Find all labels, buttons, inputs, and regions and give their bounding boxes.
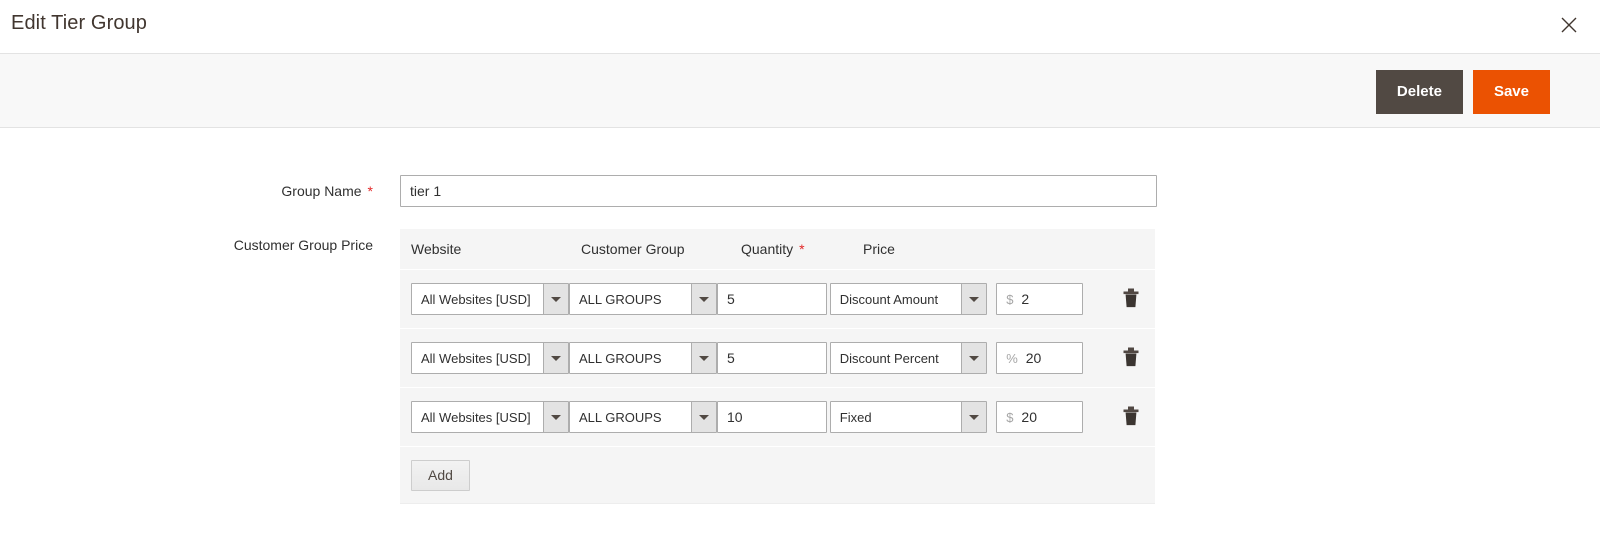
add-row-button[interactable]: Add — [411, 460, 470, 491]
cell-quantity — [717, 401, 830, 433]
cell-website: All Websites [USD] — [411, 283, 569, 315]
website-select[interactable]: All Websites [USD] — [411, 401, 569, 433]
cell-website: All Websites [USD] — [411, 342, 569, 374]
modal-header: Edit Tier Group — [0, 0, 1600, 53]
price-type-select-value: Discount Amount — [831, 284, 961, 314]
trash-icon — [1122, 406, 1140, 429]
chevron-down-icon — [961, 402, 986, 432]
trash-icon — [1122, 288, 1140, 311]
modal-action-toolbar: Delete Save — [0, 53, 1600, 128]
delete-row-button[interactable] — [1120, 346, 1142, 370]
cell-price-value: $ — [996, 401, 1098, 433]
customer-group-select-value: ALL GROUPS — [570, 343, 691, 373]
chevron-down-icon — [543, 343, 568, 373]
price-type-select[interactable]: Discount Percent — [830, 342, 987, 374]
cell-price: Discount Amount — [830, 283, 996, 315]
price-type-select-value: Discount Percent — [831, 343, 961, 373]
website-select[interactable]: All Websites [USD] — [411, 283, 569, 315]
trash-icon — [1122, 347, 1140, 370]
save-button[interactable]: Save — [1473, 70, 1550, 114]
page-title: Edit Tier Group — [11, 12, 147, 35]
group-name-control — [400, 175, 1157, 207]
price-type-select[interactable]: Discount Amount — [830, 283, 987, 315]
column-header-customer-group: Customer Group — [581, 241, 741, 257]
chevron-down-icon — [543, 402, 568, 432]
price-symbol: % — [1006, 351, 1018, 366]
price-value-input[interactable] — [1021, 291, 1073, 307]
table-header-row: Website Customer Group Quantity * Price — [400, 229, 1155, 269]
cell-price-value: % — [996, 342, 1098, 374]
field-group-name: Group Name * — [0, 175, 1600, 207]
chevron-down-icon — [691, 284, 716, 314]
website-select-value: All Websites [USD] — [412, 402, 543, 432]
group-name-label-text: Group Name — [281, 183, 361, 199]
cell-actions — [1098, 405, 1155, 429]
field-customer-group-price: Customer Group Price Website Customer Gr… — [0, 229, 1600, 504]
column-header-quantity: Quantity * — [741, 241, 863, 257]
cell-website: All Websites [USD] — [411, 401, 569, 433]
customer-group-select[interactable]: ALL GROUPS — [569, 283, 717, 315]
close-icon — [1559, 15, 1579, 35]
group-name-label: Group Name * — [0, 175, 373, 207]
customer-group-select-value: ALL GROUPS — [570, 284, 691, 314]
customer-group-select[interactable]: ALL GROUPS — [569, 342, 717, 374]
customer-group-price-control: Website Customer Group Quantity * Price A… — [400, 229, 1155, 504]
delete-row-button[interactable] — [1120, 287, 1142, 311]
chevron-down-icon — [961, 284, 986, 314]
customer-group-select[interactable]: ALL GROUPS — [569, 401, 717, 433]
cell-quantity — [717, 283, 830, 315]
customer-group-select-value: ALL GROUPS — [570, 402, 691, 432]
column-header-price: Price — [863, 241, 1043, 257]
cell-price: Discount Percent — [830, 342, 996, 374]
price-type-select[interactable]: Fixed — [830, 401, 987, 433]
table-row: All Websites [USD] ALL GROUPS — [400, 269, 1155, 328]
delete-row-button[interactable] — [1120, 405, 1142, 429]
price-value-input[interactable] — [1026, 350, 1078, 366]
close-button[interactable] — [1552, 8, 1586, 42]
cell-customer-group: ALL GROUPS — [569, 283, 717, 315]
website-select-value: All Websites [USD] — [412, 284, 543, 314]
cell-price: Fixed — [830, 401, 996, 433]
price-value-box[interactable]: $ — [996, 401, 1083, 433]
toolbar-actions: Delete Save — [1376, 70, 1550, 114]
quantity-input[interactable] — [717, 401, 827, 433]
website-select-value: All Websites [USD] — [412, 343, 543, 373]
quantity-input[interactable] — [717, 283, 827, 315]
column-header-website: Website — [411, 241, 581, 257]
chevron-down-icon — [543, 284, 568, 314]
table-footer: Add — [400, 446, 1155, 503]
price-symbol: $ — [1006, 292, 1013, 307]
table-row: All Websites [USD] ALL GROUPS — [400, 328, 1155, 387]
table-row: All Websites [USD] ALL GROUPS — [400, 387, 1155, 446]
price-value-input[interactable] — [1021, 409, 1073, 425]
chevron-down-icon — [691, 343, 716, 373]
website-select[interactable]: All Websites [USD] — [411, 342, 569, 374]
required-asterisk: * — [799, 241, 804, 257]
price-symbol: $ — [1006, 410, 1013, 425]
price-type-select-value: Fixed — [831, 402, 961, 432]
chevron-down-icon — [961, 343, 986, 373]
chevron-down-icon — [691, 402, 716, 432]
cell-quantity — [717, 342, 830, 374]
column-header-quantity-text: Quantity — [741, 241, 793, 257]
price-value-box[interactable]: $ — [996, 283, 1083, 315]
group-name-input[interactable] — [400, 175, 1157, 207]
modal-body: Group Name * Customer Group Price Website… — [0, 128, 1600, 504]
delete-button[interactable]: Delete — [1376, 70, 1463, 114]
quantity-input[interactable] — [717, 342, 827, 374]
required-asterisk: * — [368, 183, 373, 199]
cell-actions — [1098, 346, 1155, 370]
price-value-box[interactable]: % — [996, 342, 1083, 374]
cell-actions — [1098, 287, 1155, 311]
cell-customer-group: ALL GROUPS — [569, 342, 717, 374]
tier-price-table: Website Customer Group Quantity * Price A… — [400, 229, 1155, 504]
cell-price-value: $ — [996, 283, 1098, 315]
cell-customer-group: ALL GROUPS — [569, 401, 717, 433]
customer-group-price-label: Customer Group Price — [0, 229, 373, 261]
